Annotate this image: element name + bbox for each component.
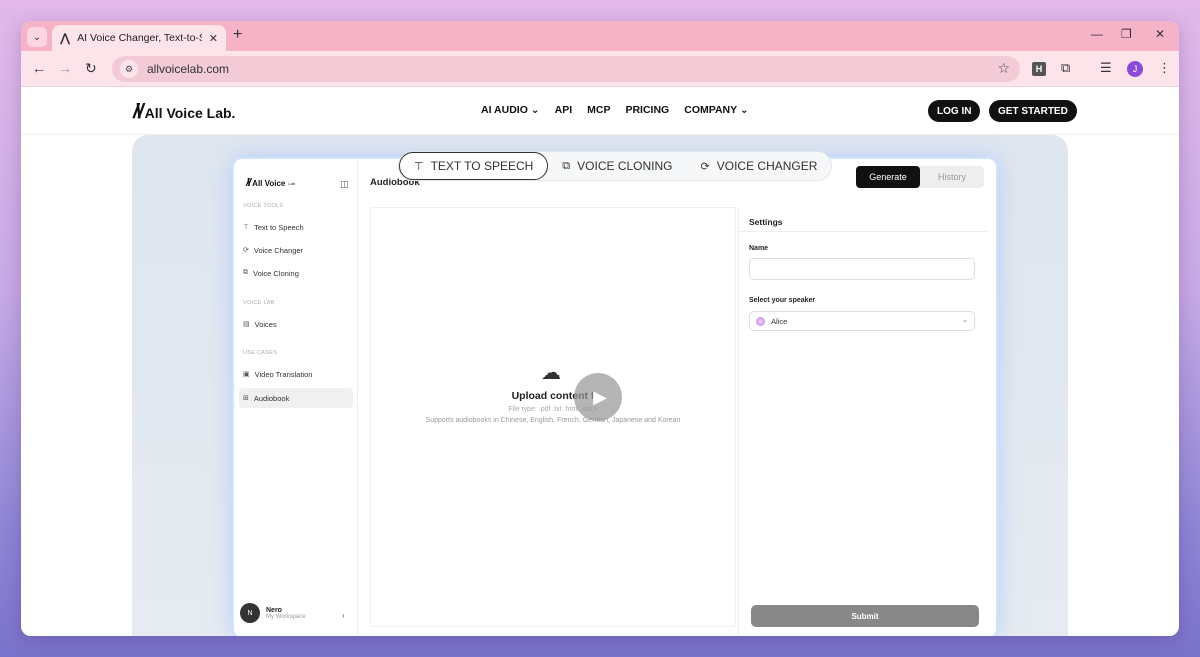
new-tab-button[interactable]: + [233,26,242,44]
name-label: Name [749,245,769,252]
tab-voice-changer[interactable]: ⟳ VOICE CHANGER [687,152,832,180]
speaker-select[interactable]: Alice ⌄ [749,311,975,331]
mode-tabs: ⊤ TEXT TO SPEECH ⧉ VOICE CLONING ⟳ VOICE… [398,151,833,181]
reload-icon[interactable]: ↻ [85,60,97,77]
site-info-icon[interactable]: ⚙ [120,60,138,78]
get-started-button[interactable]: GET STARTED [989,100,1077,122]
speaker-label: Select your speaker [749,297,816,304]
swap-icon: ⟳ [700,160,710,173]
tab-text-to-speech[interactable]: ⊤ TEXT TO SPEECH [399,152,549,180]
voices-icon: ▤ [243,321,250,328]
bookmark-star-icon[interactable]: ☆ [997,60,1010,77]
browser-window: ⌄ ⋀ AI Voice Changer, Text-to-Speech ✕ +… [21,21,1179,636]
tab-history[interactable]: History [920,166,984,188]
upload-file-types: File type: .pdf .txt .html .docx [508,406,598,413]
url-text[interactable]: allvoicelab.com [147,62,229,76]
site-logo[interactable]: /\/ All Voice Lab. [133,101,235,124]
browser-toolbar: ← → ↻ ⚙ allvoicelab.com ☆ H ⧉ ☰ J ⋮ [21,51,1179,87]
section-voice-lab: VOICE LAB [243,300,275,306]
address-bar[interactable]: ⚙ allvoicelab.com ☆ [112,56,1020,82]
divider [739,231,987,232]
nav-pricing[interactable]: PRICING [625,104,669,116]
minimize-icon[interactable]: — [1091,27,1103,41]
cloud-upload-icon: ☁ [541,362,561,384]
extensions-puzzle-icon[interactable]: ⧉ [1061,60,1070,76]
user-workspace: My Workspace [266,613,306,620]
chevron-down-icon: ⌄ [962,317,968,324]
clone-icon: ⧉ [562,159,571,172]
sidebar-item-voice-changer[interactable]: ⟳ Voice Changer [239,240,353,260]
play-video-button[interactable]: ▶ [574,373,622,421]
tab-close-icon[interactable]: ✕ [209,32,218,45]
login-button[interactable]: LOG IN [928,100,981,122]
restore-icon[interactable]: ❐ [1121,27,1132,41]
sidebar-logo: /\/ All Voice Lab [246,177,296,189]
media-control-icon[interactable]: ☰ [1100,60,1112,76]
hero-section: ⊤ TEXT TO SPEECH ⧉ VOICE CLONING ⟳ VOICE… [132,135,1068,636]
user-profile[interactable]: N Nero My Workspace [240,603,306,623]
app-sidebar: /\/ All Voice Lab ◫ VOICE TOOLS ⊤ Text to… [234,159,358,636]
chevron-right-icon[interactable]: › [342,611,345,620]
play-icon: ▶ [593,386,607,407]
speaker-avatar [756,316,765,326]
section-voice-tools: VOICE TOOLS [243,203,284,209]
upload-dropzone[interactable]: ☁ Upload content f File type: .pdf .txt … [370,207,736,627]
website: /\/ All Voice Lab. AI AUDIO ⌄ API MCP PR… [21,87,1179,636]
more-menu-icon[interactable]: ⋮ [1158,60,1171,76]
nav-api[interactable]: API [555,104,573,116]
forward-icon[interactable]: → [58,60,72,76]
extension-h-icon[interactable]: H [1032,62,1046,76]
generate-history-toggle: Generate History [856,166,984,188]
site-header: /\/ All Voice Lab. AI AUDIO ⌄ API MCP PR… [21,87,1179,135]
nav-mcp[interactable]: MCP [587,104,610,116]
text-icon: ⊤ [414,160,424,173]
app-preview: /\/ All Voice Lab ◫ VOICE TOOLS ⊤ Text to… [234,159,996,636]
logo-text: All Voice Lab. [144,104,236,121]
browser-tab[interactable]: ⋀ AI Voice Changer, Text-to-Speech ✕ [52,25,226,51]
swap-icon: ⟳ [243,247,249,254]
chevron-down-icon: ⌄ [530,104,540,116]
avatar: N [240,603,260,623]
back-icon[interactable]: ← [32,60,46,76]
sidebar-toggle-icon[interactable]: ◫ [340,179,349,190]
sidebar-item-voices[interactable]: ▤ Voices [239,314,353,334]
sidebar-item-audiobook[interactable]: ⊞ Audiobook [239,388,353,408]
profile-avatar[interactable]: J [1127,61,1143,77]
main-nav: AI AUDIO ⌄ API MCP PRICING COMPANY ⌄ [481,104,749,116]
tab-search-button[interactable]: ⌄ [27,27,47,47]
chevron-down-icon: ⌄ [32,31,42,43]
logo-mark-icon: /\/ [246,177,251,189]
upload-title: Upload content f [511,390,595,402]
section-use-cases: USE CASES [243,350,278,356]
tab-voice-cloning[interactable]: ⧉ VOICE CLONING [548,152,686,180]
sidebar-item-text-to-speech[interactable]: ⊤ Text to Speech [239,217,353,237]
settings-panel: Settings Name Select your speaker Alice … [738,207,987,636]
video-icon: ▣ [243,371,250,378]
text-icon: ⊤ [243,224,250,231]
name-field[interactable] [749,258,975,280]
nav-ai-audio[interactable]: AI AUDIO ⌄ [481,104,540,116]
logo-mark-icon: /\/ [133,101,144,123]
close-window-icon[interactable]: ✕ [1155,27,1165,41]
chevron-down-icon: ⌄ [739,104,749,116]
submit-button[interactable]: Submit [751,605,979,627]
sidebar-item-video-translation[interactable]: ▣ Video Translation [239,364,353,384]
tab-strip: ⌄ ⋀ AI Voice Changer, Text-to-Speech ✕ +… [21,21,1179,51]
upload-support-text: Supports audiobooks in Chinese, English,… [425,417,681,424]
tab-generate[interactable]: Generate [856,166,920,188]
speaker-value: Alice [771,316,788,326]
clone-icon: ⧉ [243,269,248,276]
user-name: Nero [266,606,282,614]
book-icon: ⊞ [243,395,249,402]
sidebar-item-voice-cloning[interactable]: ⧉ Voice Cloning [239,263,353,283]
site-favicon-icon: ⋀ [60,31,71,45]
settings-title: Settings [749,217,783,227]
nav-company[interactable]: COMPANY ⌄ [684,104,748,116]
tab-title: AI Voice Changer, Text-to-Speech [77,32,202,44]
